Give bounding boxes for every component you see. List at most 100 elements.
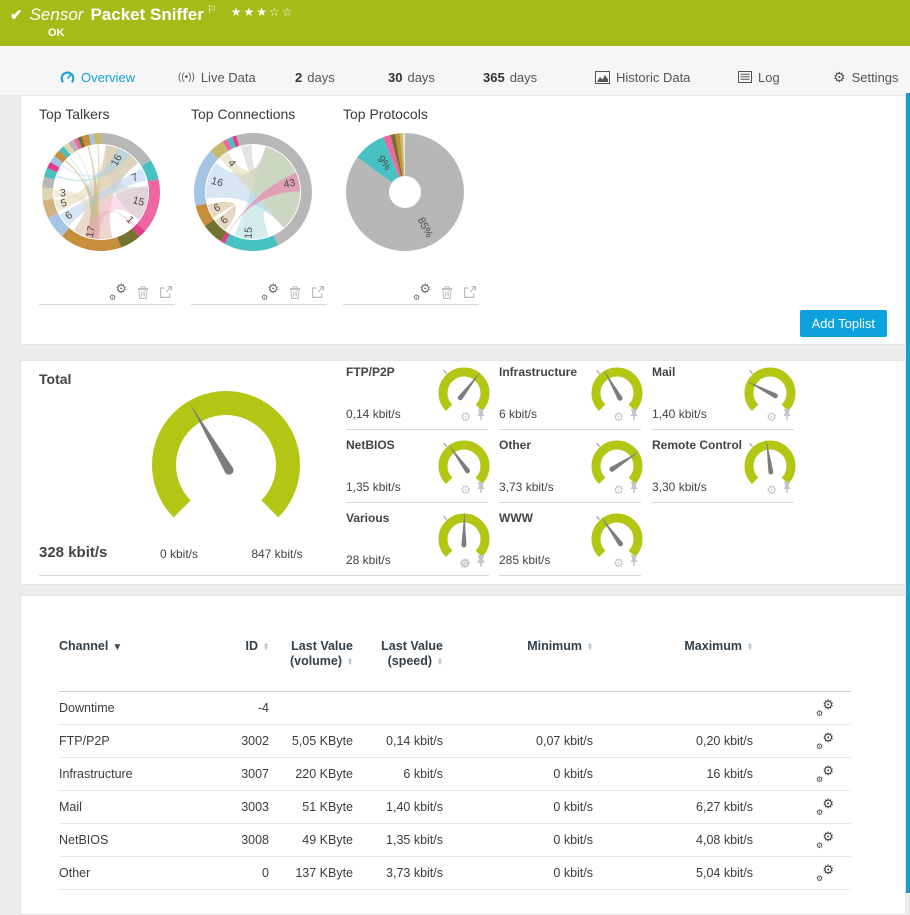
channel-settings-icon[interactable]: ⚙⚙ — [817, 832, 834, 848]
cell-minimum: 0,07 kbit/s — [473, 734, 593, 748]
toplist-chart[interactable]: 85%9% — [343, 130, 467, 254]
column-header-last-value-volume[interactable]: Last Value (volume)▲▼ — [283, 639, 353, 669]
flag-icon[interactable]: ⚐ — [207, 3, 217, 16]
toplist-edit-icon[interactable]: ⚙⚙ — [262, 284, 279, 300]
toplist-chart[interactable]: 431566164 — [191, 130, 315, 254]
cell-channel[interactable]: Mail — [59, 800, 82, 814]
column-header-id[interactable]: ID▲▼ — [199, 639, 269, 654]
toplist-edit-icon[interactable]: ⚙⚙ — [110, 284, 127, 300]
gear-icon[interactable]: ⚙ — [460, 557, 471, 569]
cell-maximum: 4,08 kbit/s — [633, 833, 753, 847]
right-edge-strip — [906, 93, 910, 893]
channel-settings-icon[interactable]: ⚙⚙ — [817, 865, 834, 881]
sort-icon: ▲▼ — [747, 643, 753, 651]
channel-settings-icon[interactable]: ⚙⚙ — [817, 799, 834, 815]
column-header-last-value-speed[interactable]: Last Value (speed)▲▼ — [373, 639, 443, 669]
gauge-cell-remote-control: Remote Control 3,30 kbit/s ⚙ — [652, 436, 794, 503]
cell-minimum: 0 kbit/s — [473, 833, 593, 847]
pin-icon[interactable] — [476, 481, 486, 499]
gear-icon[interactable]: ⚙ — [766, 411, 777, 423]
trash-icon[interactable] — [440, 285, 454, 300]
pin-icon[interactable] — [782, 408, 792, 426]
tab-days[interactable]: 2 days — [295, 66, 335, 88]
pin-icon[interactable] — [629, 481, 639, 499]
cell-channel[interactable]: NetBIOS — [59, 833, 108, 847]
status-badge: OK — [48, 27, 65, 39]
gauge-channel-label: Infrastructure — [499, 365, 577, 379]
gauge-value: 28 kbit/s — [346, 553, 391, 567]
cell-maximum: 16 kbit/s — [633, 767, 753, 781]
column-header-channel[interactable]: Channel▼ — [59, 639, 122, 655]
gear-icon[interactable]: ⚙ — [613, 557, 624, 569]
cell-volume: 49 KByte — [273, 833, 353, 847]
toplist-edit-icon[interactable]: ⚙⚙ — [414, 284, 431, 300]
sort-icon: ▲▼ — [437, 658, 443, 666]
gear-icon[interactable]: ⚙ — [460, 484, 471, 496]
pin-icon[interactable] — [476, 554, 486, 572]
gear-icon[interactable]: ⚙ — [613, 484, 624, 496]
channel-settings-icon[interactable]: ⚙⚙ — [817, 766, 834, 782]
cell-minimum: 0 kbit/s — [473, 800, 593, 814]
trash-icon[interactable] — [288, 285, 302, 300]
tab-icon — [738, 71, 752, 83]
gear-icon[interactable]: ⚙ — [613, 411, 624, 423]
pin-icon[interactable] — [476, 408, 486, 426]
cell-maximum: 6,27 kbit/s — [633, 800, 753, 814]
tab-icon: ((•)) — [178, 72, 195, 83]
divider — [39, 304, 175, 305]
divider — [343, 304, 479, 305]
divider — [499, 429, 641, 430]
cell-maximum: 0,20 kbit/s — [633, 734, 753, 748]
toplist-card: Top Connections 431566164 ⚙⚙ — [191, 106, 331, 306]
cell-channel[interactable]: FTP/P2P — [59, 734, 110, 748]
gauge-cell-netbios: NetBIOS 1,35 kbit/s ⚙ — [346, 436, 488, 503]
tab-historic-data[interactable]: Historic Data — [595, 66, 690, 88]
add-toplist-button[interactable]: Add Toplist — [800, 310, 887, 337]
cell-channel[interactable]: Downtime — [59, 701, 115, 715]
pin-icon[interactable] — [782, 481, 792, 499]
gauge-value: 3,30 kbit/s — [652, 480, 707, 494]
external-link-icon[interactable] — [463, 285, 477, 299]
star-rating[interactable]: ★★★☆☆ — [231, 5, 295, 19]
sort-icon: ▲▼ — [587, 643, 593, 651]
tab-days[interactable]: 365 days — [483, 66, 537, 88]
toplist-title: Top Protocols — [343, 106, 483, 122]
channel-settings-icon[interactable]: ⚙⚙ — [817, 700, 834, 716]
channel-settings-icon[interactable]: ⚙⚙ — [817, 733, 834, 749]
tab-overview[interactable]: Overview — [60, 66, 135, 88]
tab-log[interactable]: Log — [738, 66, 780, 88]
gauge-channel-label: Other — [499, 438, 531, 452]
column-header-minimum[interactable]: Minimum▲▼ — [473, 639, 593, 654]
external-link-icon[interactable] — [159, 285, 173, 299]
toplist-title: Top Connections — [191, 106, 331, 122]
column-header-maximum[interactable]: Maximum▲▼ — [633, 639, 753, 654]
gear-icon[interactable]: ⚙ — [460, 411, 471, 423]
toplist-card: Top Talkers 16715117653 ⚙⚙ — [39, 106, 179, 306]
gauge-channel-label: NetBIOS — [346, 438, 395, 452]
tab-bar: Overview ((•)) Live Data 2 days 30 days … — [0, 46, 910, 95]
external-link-icon[interactable] — [311, 285, 325, 299]
channels-table-panel: Channel▼ ID▲▼ Last Value (volume)▲▼ Last… — [20, 595, 906, 915]
gauge-value: 285 kbit/s — [499, 553, 550, 567]
cell-id: 3007 — [199, 767, 269, 781]
pin-icon[interactable] — [629, 554, 639, 572]
cell-id: 3003 — [199, 800, 269, 814]
tab-settings[interactable]: ⚙ Settings — [833, 66, 899, 88]
table-row: Infrastructure 3007 220 KByte 6 kbit/s 0… — [21, 758, 907, 791]
cell-id: 0 — [199, 866, 269, 880]
tab-live-data[interactable]: ((•)) Live Data — [178, 66, 256, 88]
cell-minimum: 0 kbit/s — [473, 767, 593, 781]
toplist-chart[interactable]: 16715117653 — [39, 130, 163, 254]
trash-icon[interactable] — [136, 285, 150, 300]
gauge-min-label: 0 kbit/s — [139, 547, 219, 561]
cell-channel[interactable]: Other — [59, 866, 90, 880]
gear-icon[interactable]: ⚙ — [766, 484, 777, 496]
gauges-panel: Total 0 kbit/s 847 kbit/s 328 kbit/s ⚙ F… — [20, 360, 906, 585]
table-row: NetBIOS 3008 49 KByte 1,35 kbit/s 0 kbit… — [21, 824, 907, 857]
divider — [499, 502, 641, 503]
tab-icon — [60, 70, 75, 85]
cell-channel[interactable]: Infrastructure — [59, 767, 133, 781]
pin-icon[interactable] — [629, 408, 639, 426]
gauge-cell-ftp-p2p: FTP/P2P 0,14 kbit/s ⚙ — [346, 363, 488, 430]
tab-days[interactable]: 30 days — [388, 66, 435, 88]
